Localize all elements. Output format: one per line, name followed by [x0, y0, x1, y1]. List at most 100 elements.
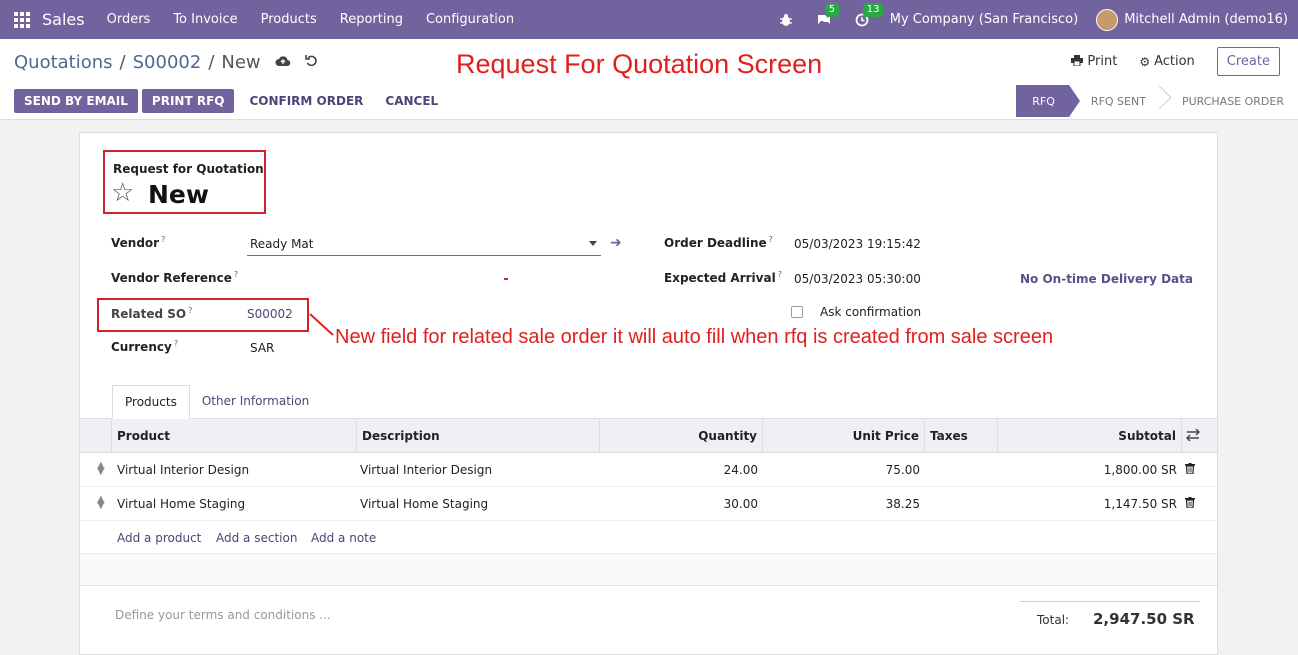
tab-other-information[interactable]: Other Information: [190, 385, 321, 419]
add-line-row: Add a product Add a section Add a note: [80, 521, 1217, 554]
header-description[interactable]: Description: [357, 419, 600, 453]
form-sheet: Request for Quotation ☆ New Vendor? Read…: [79, 132, 1218, 655]
vendor-input[interactable]: Ready Mat: [247, 233, 601, 256]
drag-handle-icon[interactable]: ▲ ▼: [97, 495, 105, 511]
printer-icon: [1071, 54, 1084, 69]
ask-confirmation-label: Ask confirmation: [820, 305, 922, 319]
apps-grid-icon[interactable]: [14, 11, 30, 28]
breadcrumb-quotations[interactable]: Quotations: [14, 52, 113, 73]
menu-products[interactable]: Products: [261, 12, 317, 27]
total-divider: [1020, 601, 1200, 602]
status-rfq-sent[interactable]: RFQ SENT: [1068, 85, 1160, 117]
total-value: 2,947.50 SR: [1093, 610, 1195, 628]
ask-confirmation-checkbox[interactable]: [791, 306, 803, 318]
activity-clock-icon[interactable]: 13: [852, 2, 884, 30]
related-so-link[interactable]: S00002: [247, 307, 293, 321]
annotation-related-so: New field for related sale order it will…: [335, 326, 1054, 348]
menu-to-invoice[interactable]: To Invoice: [173, 12, 237, 27]
company-switcher[interactable]: My Company (San Francisco): [890, 12, 1078, 27]
table-spacer-row: [80, 554, 1217, 586]
cell-subtotal: 1,800.00 SR: [1103, 462, 1177, 477]
currency-label: Currency?: [111, 339, 179, 354]
cell-description[interactable]: Virtual Interior Design: [355, 453, 497, 486]
breadcrumb: Quotations / S00002 / New: [14, 52, 318, 73]
order-lines-table: Product Description Quantity Unit Price …: [80, 418, 1217, 586]
top-navbar: Sales Orders To Invoice Products Reporti…: [0, 0, 1298, 39]
breadcrumb-order[interactable]: S00002: [133, 52, 202, 73]
print-rfq-button[interactable]: PRINT RFQ: [141, 89, 235, 113]
chat-icon[interactable]: 5: [814, 2, 840, 30]
debug-bug-icon[interactable]: [776, 10, 796, 30]
expected-arrival-label: Expected Arrival?: [664, 270, 782, 285]
send-by-email-button[interactable]: SEND BY EMAIL: [14, 89, 138, 113]
cell-quantity[interactable]: 30.00: [600, 487, 763, 520]
cell-quantity[interactable]: 24.00: [600, 453, 763, 486]
menu-configuration[interactable]: Configuration: [426, 12, 514, 27]
cell-subtotal: 1,147.50 SR: [1103, 496, 1177, 511]
document-kind: Request for Quotation: [113, 162, 264, 176]
breadcrumb-current: New: [221, 52, 261, 73]
tab-products[interactable]: Products: [112, 385, 190, 419]
annotation-title: Request For Quotation Screen: [456, 49, 823, 79]
action-button[interactable]: ⚙ Action: [1139, 54, 1194, 69]
annotation-mark: [504, 278, 508, 280]
header-subtotal[interactable]: Subtotal: [998, 419, 1182, 453]
action-label: Action: [1154, 54, 1195, 69]
cell-product[interactable]: Virtual Interior Design: [112, 453, 254, 486]
add-note-link[interactable]: Add a note: [311, 521, 376, 554]
column-settings-icon[interactable]: [1186, 428, 1200, 445]
app-brand[interactable]: Sales: [42, 10, 85, 29]
menu-orders[interactable]: Orders: [107, 12, 151, 27]
terms-input[interactable]: Define your terms and conditions ...: [115, 608, 331, 622]
confirm-order-button[interactable]: CONFIRM ORDER: [238, 89, 374, 113]
trash-icon[interactable]: [1185, 463, 1195, 474]
status-rfq[interactable]: RFQ: [1016, 85, 1080, 117]
currency-value[interactable]: SAR: [250, 341, 274, 355]
order-deadline-value[interactable]: 05/03/2023 19:15:42: [794, 237, 921, 251]
create-button[interactable]: Create: [1216, 47, 1280, 76]
arrow-right-icon[interactable]: ➜: [610, 235, 622, 251]
cancel-button[interactable]: CANCEL: [374, 89, 449, 113]
header-unit-price[interactable]: Unit Price: [763, 419, 925, 453]
drag-handle-icon[interactable]: ▲ ▼: [97, 461, 105, 477]
cell-product[interactable]: Virtual Home Staging: [112, 487, 250, 520]
menu-reporting[interactable]: Reporting: [340, 12, 403, 27]
header-taxes[interactable]: Taxes: [925, 419, 998, 453]
table-row[interactable]: ▲ ▼ Virtual Interior Design Virtual Inter…: [80, 453, 1217, 487]
breadcrumb-separator: /: [208, 52, 215, 73]
vendor-reference-label: Vendor Reference?: [111, 270, 239, 285]
title-highlight-box: Request for Quotation ☆ New: [103, 150, 266, 214]
document-name: New: [148, 180, 209, 209]
add-section-link[interactable]: Add a section: [216, 521, 297, 554]
gear-icon: ⚙: [1139, 54, 1151, 69]
ontime-delivery-link[interactable]: No On-time Delivery Data: [1020, 272, 1193, 286]
user-menu[interactable]: Mitchell Admin (demo16): [1124, 12, 1288, 27]
print-button[interactable]: Print: [1071, 54, 1117, 69]
header-handle: [80, 419, 112, 453]
table-row[interactable]: ▲ ▼ Virtual Home Staging Virtual Home Sta…: [80, 487, 1217, 521]
related-so-label: Related SO?: [111, 306, 193, 321]
order-deadline-label: Order Deadline?: [664, 235, 773, 250]
status-bar: RFQ RFQ SENT PURCHASE ORDER: [1016, 85, 1298, 117]
chevron-down-icon[interactable]: [589, 241, 597, 246]
user-avatar[interactable]: [1096, 8, 1119, 31]
expected-arrival-value[interactable]: 05/03/2023 05:30:00: [794, 272, 921, 286]
header-product[interactable]: Product: [112, 419, 357, 453]
chat-count-badge: 5: [824, 2, 840, 17]
status-purchase-order[interactable]: PURCHASE ORDER: [1159, 85, 1298, 117]
control-panel: Quotations / S00002 / New Request For Qu…: [0, 39, 1298, 120]
cell-unit-price[interactable]: 75.00: [763, 453, 925, 486]
trash-icon[interactable]: [1185, 497, 1195, 508]
discard-undo-icon[interactable]: [304, 54, 318, 71]
activity-count-badge: 13: [862, 2, 884, 17]
star-icon[interactable]: ☆: [111, 180, 134, 206]
cell-unit-price[interactable]: 38.25: [763, 487, 925, 520]
vendor-value: Ready Mat: [250, 237, 314, 251]
notebook-tabs: Products Other Information: [112, 385, 321, 419]
save-cloud-icon[interactable]: [275, 55, 291, 71]
print-label: Print: [1087, 54, 1118, 69]
table-header: Product Description Quantity Unit Price …: [80, 418, 1217, 453]
cell-description[interactable]: Virtual Home Staging: [355, 487, 493, 520]
header-quantity[interactable]: Quantity: [600, 419, 763, 453]
add-product-link[interactable]: Add a product: [117, 521, 201, 554]
